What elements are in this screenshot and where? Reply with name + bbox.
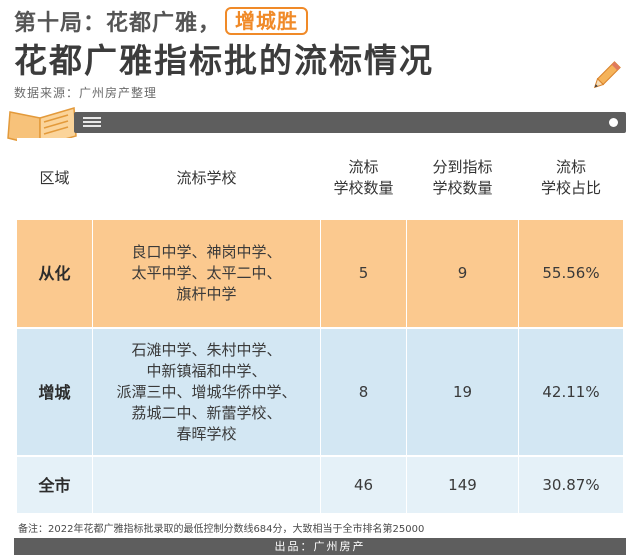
table-header-row: 区域 流标学校 流标 学校数量 分到指标 学校数量 流标 学校占比 xyxy=(17,138,623,220)
data-source: 数据来源：广州房产整理 xyxy=(14,86,158,100)
ratio-cell: 55.56% xyxy=(542,264,600,282)
round-line: 第十局：花都广雅， 增城胜 xyxy=(14,6,626,36)
header-region: 区域 xyxy=(17,138,93,218)
assigned-cell: 9 xyxy=(407,220,519,327)
assigned-cell: 19 xyxy=(407,329,519,455)
header-count: 流标 学校数量 xyxy=(321,138,407,218)
header: 第十局：花都广雅， 增城胜 花都广雅指标批的流标情况 数据来源：广州房产整理 xyxy=(14,6,626,101)
header-schools: 流标学校 xyxy=(93,138,321,218)
schools-cell xyxy=(93,457,321,513)
table-row-city: 全市 46 149 30.87% xyxy=(17,457,623,513)
header-assigned: 分到指标 学校数量 xyxy=(407,138,519,218)
region-cell: 增城 xyxy=(17,329,93,455)
footnote: 备注：2022年花都广雅指标批录取的最低控制分数线684分，大致相当于全市排名第… xyxy=(18,524,425,535)
schools-cell: 石滩中学、朱村中学、 中新镇福和中学、 派潭三中、增城华侨中学、 荔城二中、新蕾… xyxy=(93,329,321,455)
header-ratio: 流标 学校占比 xyxy=(540,158,601,197)
table-row-conghua: 从化 良口中学、神岗中学、 太平中学、太平二中、 旗杆中学 5 9 55.56% xyxy=(17,220,623,329)
count-cell: 46 xyxy=(321,457,407,513)
region-cell: 全市 xyxy=(17,457,93,513)
dot-icon xyxy=(609,118,618,127)
page-title: 花都广雅指标批的流标情况 xyxy=(14,41,434,80)
schools-cell: 良口中学、神岗中学、 太平中学、太平二中、 旗杆中学 xyxy=(93,220,321,327)
pencil-icon xyxy=(593,61,621,89)
count-cell: 5 xyxy=(321,220,407,327)
region-cell: 从化 xyxy=(17,220,93,327)
assigned-cell: 149 xyxy=(407,457,519,513)
ratio-cell: 30.87% xyxy=(542,475,600,494)
menu-icon xyxy=(83,117,101,128)
decorative-toolbar xyxy=(74,112,626,133)
ratio-cell: 42.11% xyxy=(542,382,600,401)
winner-badge: 增城胜 xyxy=(225,7,309,35)
table-row-zengcheng: 增城 石滩中学、朱村中学、 中新镇福和中学、 派潭三中、增城华侨中学、 荔城二中… xyxy=(17,329,623,457)
data-table: 区域 流标学校 流标 学校数量 分到指标 学校数量 流标 学校占比 从化 良口中… xyxy=(17,138,623,513)
footer-credit: 出品：广州房产 xyxy=(14,538,626,555)
round-title: 第十局：花都广雅， xyxy=(14,11,222,36)
count-cell: 8 xyxy=(321,329,407,455)
